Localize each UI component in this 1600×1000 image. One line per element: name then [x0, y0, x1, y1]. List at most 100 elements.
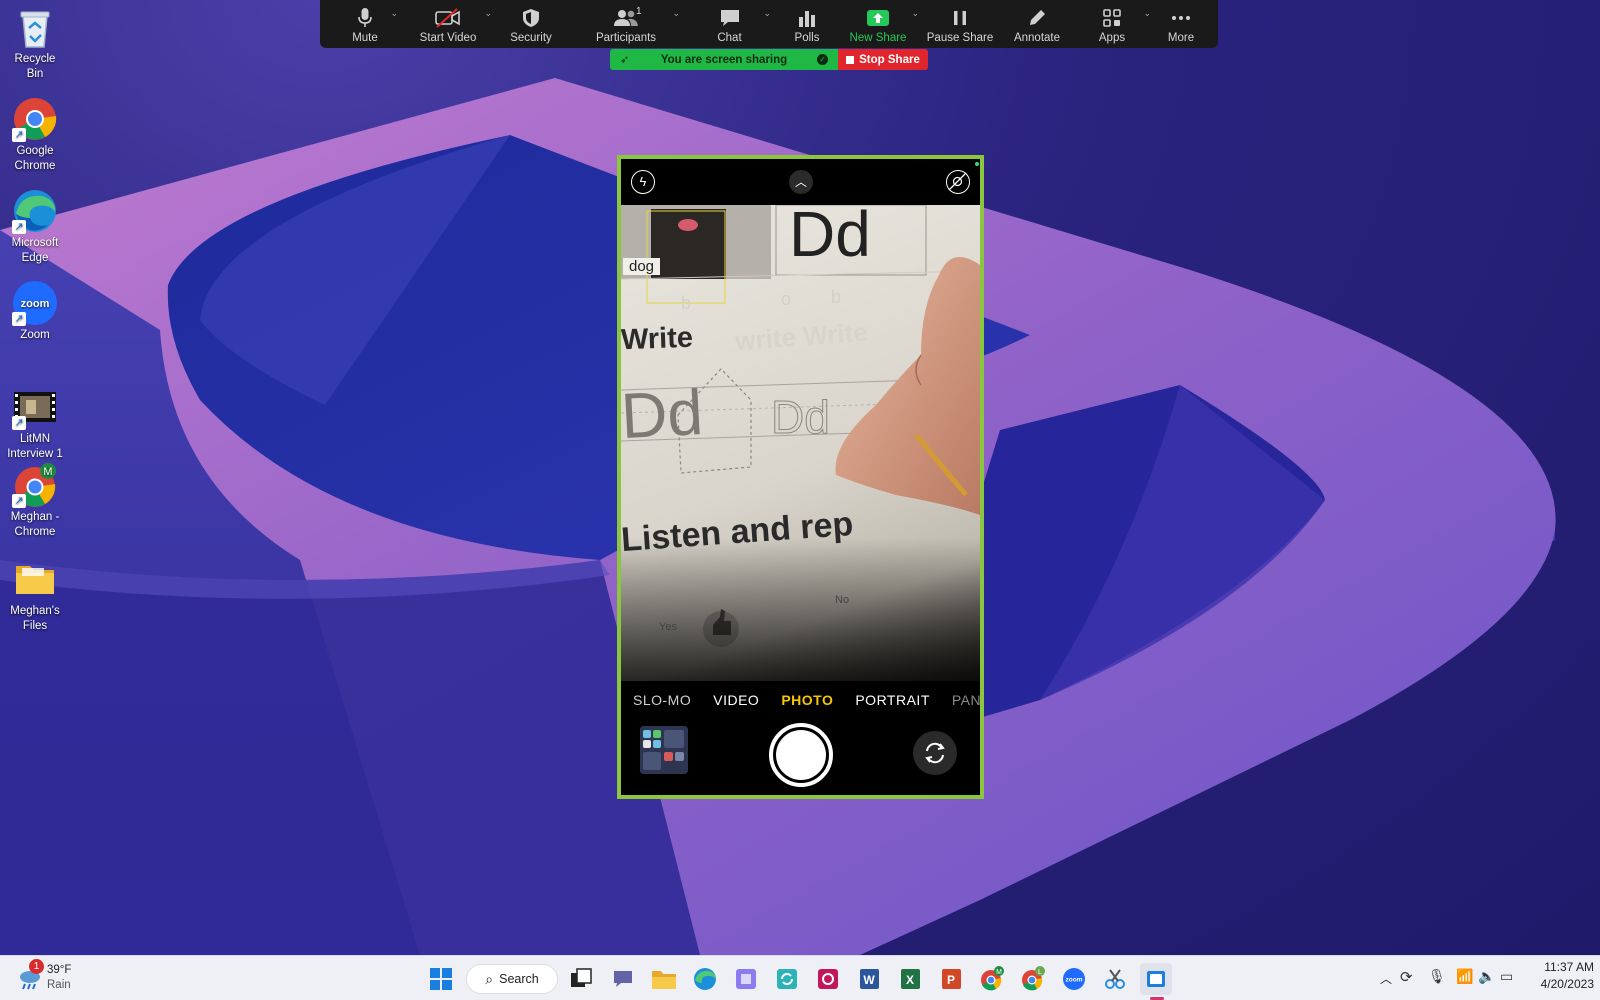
chevron-down-icon[interactable]: ⌄: [484, 8, 492, 19]
svg-text:M: M: [43, 466, 52, 478]
file-explorer-icon[interactable]: [648, 963, 680, 995]
chrome-profile-m-icon[interactable]: M: [976, 963, 1008, 995]
clock-date[interactable]: 4/20/2023: [1524, 977, 1594, 991]
desktop-icon-microsoft-edge[interactable]: ↗ Microsoft Edge: [5, 188, 65, 266]
clipchamp-icon[interactable]: [730, 963, 762, 995]
new-share-button[interactable]: New Share ⌄: [837, 0, 919, 48]
mute-button[interactable]: Mute ⌄: [326, 0, 404, 48]
pause-icon: [952, 7, 968, 29]
worksheet-write-heading: Write: [621, 321, 694, 357]
microphone-tray-icon[interactable]: 🎙: [1428, 968, 1446, 985]
show-hidden-icons-chevron-icon[interactable]: ︿: [1380, 970, 1392, 987]
worksheet-letters: Dd: [789, 205, 871, 270]
chrome-profile-icon: M ↗: [12, 462, 58, 508]
annotate-button[interactable]: Annotate: [1001, 0, 1073, 48]
cortana-app-icon[interactable]: [812, 963, 844, 995]
windows-logo-icon: [430, 968, 452, 990]
search-icon: ⌕: [485, 970, 494, 987]
zoom-meeting-toolbar: Mute ⌄ Start Video ⌄ Security Participan…: [320, 0, 1218, 48]
more-label: More: [1167, 32, 1195, 44]
weather-widget[interactable]: 1 39°F Rain: [16, 959, 96, 996]
zoom-app-icon: zoom ↗: [12, 280, 58, 326]
clock-time[interactable]: 11:37 AM: [1532, 960, 1594, 974]
screen-share-app-icon[interactable]: [1140, 963, 1172, 995]
secure-check-icon: ✓: [817, 54, 828, 65]
windows-taskbar: 1 39°F Rain ⌕ Search W X P M L zoom ︿ ⟳ …: [0, 955, 1600, 1000]
zoom-taskbar-icon[interactable]: zoom: [1058, 963, 1090, 995]
share-up-icon: [866, 7, 890, 29]
shortcut-arrow-icon: ↗: [12, 312, 26, 326]
svg-text:M: M: [996, 969, 1002, 976]
mode-video[interactable]: VIDEO: [713, 692, 759, 708]
participants-button[interactable]: Participants 1 ⌄: [570, 0, 682, 48]
battery-icon[interactable]: ▭: [1500, 968, 1513, 985]
sync-status-icon[interactable]: ⟳: [1400, 968, 1413, 986]
live-photo-off-icon[interactable]: [946, 170, 970, 194]
word-icon[interactable]: W: [853, 963, 885, 995]
chevron-down-icon[interactable]: ⌄: [672, 8, 680, 19]
shared-phone-camera-window: ϟ ︿ Dd dog Write Dd Listen and rep Yes N…: [617, 155, 984, 799]
screen-sharing-banner: ➶ You are screen sharing ✓ Stop Share: [610, 49, 928, 70]
chat-button[interactable]: Chat ⌄: [682, 0, 777, 48]
chevron-down-icon[interactable]: ⌄: [911, 8, 919, 19]
flash-icon[interactable]: ϟ: [631, 170, 655, 194]
polls-label: Polls: [794, 32, 820, 44]
sync-app-icon[interactable]: [771, 963, 803, 995]
desktop-icon-label: Files: [22, 620, 48, 632]
chat-label: Chat: [717, 32, 742, 44]
svg-text:W: W: [863, 973, 875, 987]
chrome-profile-l-icon[interactable]: L: [1017, 963, 1049, 995]
drag-handle-icon[interactable]: ➶: [620, 53, 629, 66]
stop-share-button[interactable]: Stop Share: [838, 49, 928, 70]
photo-thumbnail[interactable]: [640, 726, 688, 774]
powerpoint-icon[interactable]: P: [935, 963, 967, 995]
snipping-tool-icon[interactable]: [1099, 963, 1131, 995]
mode-photo[interactable]: PHOTO: [781, 692, 833, 708]
taskbar-search[interactable]: ⌕ Search: [466, 964, 558, 994]
chevron-up-icon[interactable]: ︿: [789, 170, 813, 194]
camera-controls: [621, 719, 980, 795]
mode-pano[interactable]: PAN: [952, 692, 980, 708]
apps-button[interactable]: Apps ⌄: [1073, 0, 1151, 48]
more-dots-icon: [1171, 7, 1191, 29]
desktop-icon-meghan-chrome[interactable]: M ↗ Meghan - Chrome: [5, 462, 65, 540]
desktop-icon-litmn-interview[interactable]: ↗ LitMN Interview 1: [5, 384, 65, 462]
apps-icon: [1102, 7, 1122, 29]
mode-portrait[interactable]: PORTRAIT: [855, 692, 930, 708]
mute-label: Mute: [352, 32, 378, 44]
polls-button[interactable]: Polls: [777, 0, 837, 48]
pause-share-button[interactable]: Pause Share: [919, 0, 1001, 48]
video-off-icon: [435, 7, 461, 29]
task-view-icon[interactable]: [565, 963, 597, 995]
desktop-icon-label: LitMN: [19, 433, 51, 445]
desktop-icon-zoom[interactable]: zoom ↗ Zoom: [5, 280, 65, 343]
camera-top-bar: ϟ ︿: [621, 159, 980, 205]
weather-temp: 39°F: [47, 964, 72, 976]
sharing-status-bar[interactable]: ➶ You are screen sharing ✓: [610, 49, 838, 70]
desktop-icon-meghans-files[interactable]: Meghan's Files: [5, 556, 65, 634]
excel-icon[interactable]: X: [894, 963, 926, 995]
edge-taskbar-icon[interactable]: [689, 963, 721, 995]
shutter-button[interactable]: [769, 723, 833, 787]
teams-chat-icon[interactable]: [607, 963, 639, 995]
desktop-icon-recycle-bin[interactable]: Recycle Bin: [5, 4, 65, 82]
chevron-down-icon[interactable]: ⌄: [1143, 8, 1151, 19]
start-video-button[interactable]: Start Video ⌄: [404, 0, 492, 48]
camera-viewfinder[interactable]: bob Dd write Write Dd dog Write Dd Liste…: [621, 205, 980, 681]
security-button[interactable]: Security: [492, 0, 570, 48]
chevron-down-icon[interactable]: ⌄: [390, 8, 398, 19]
mode-slo-mo[interactable]: SLO-MO: [633, 692, 691, 708]
chevron-down-icon[interactable]: ⌄: [763, 8, 771, 19]
volume-icon[interactable]: 🔈: [1478, 968, 1495, 985]
desktop-icon-google-chrome[interactable]: ↗ Google Chrome: [5, 96, 65, 174]
wifi-icon[interactable]: 📶: [1456, 968, 1473, 985]
desktop-icon-label: Recycle Bin: [14, 53, 56, 80]
search-label: Search: [499, 972, 539, 986]
desktop-icon-label: Chrome: [14, 160, 56, 172]
flip-camera-icon[interactable]: [913, 731, 957, 775]
stop-icon: [846, 55, 855, 64]
svg-text:zoom: zoom: [1066, 977, 1083, 984]
desktop-icon-label: Meghan -: [10, 511, 60, 523]
more-button[interactable]: More: [1151, 0, 1211, 48]
start-button[interactable]: [425, 963, 457, 995]
